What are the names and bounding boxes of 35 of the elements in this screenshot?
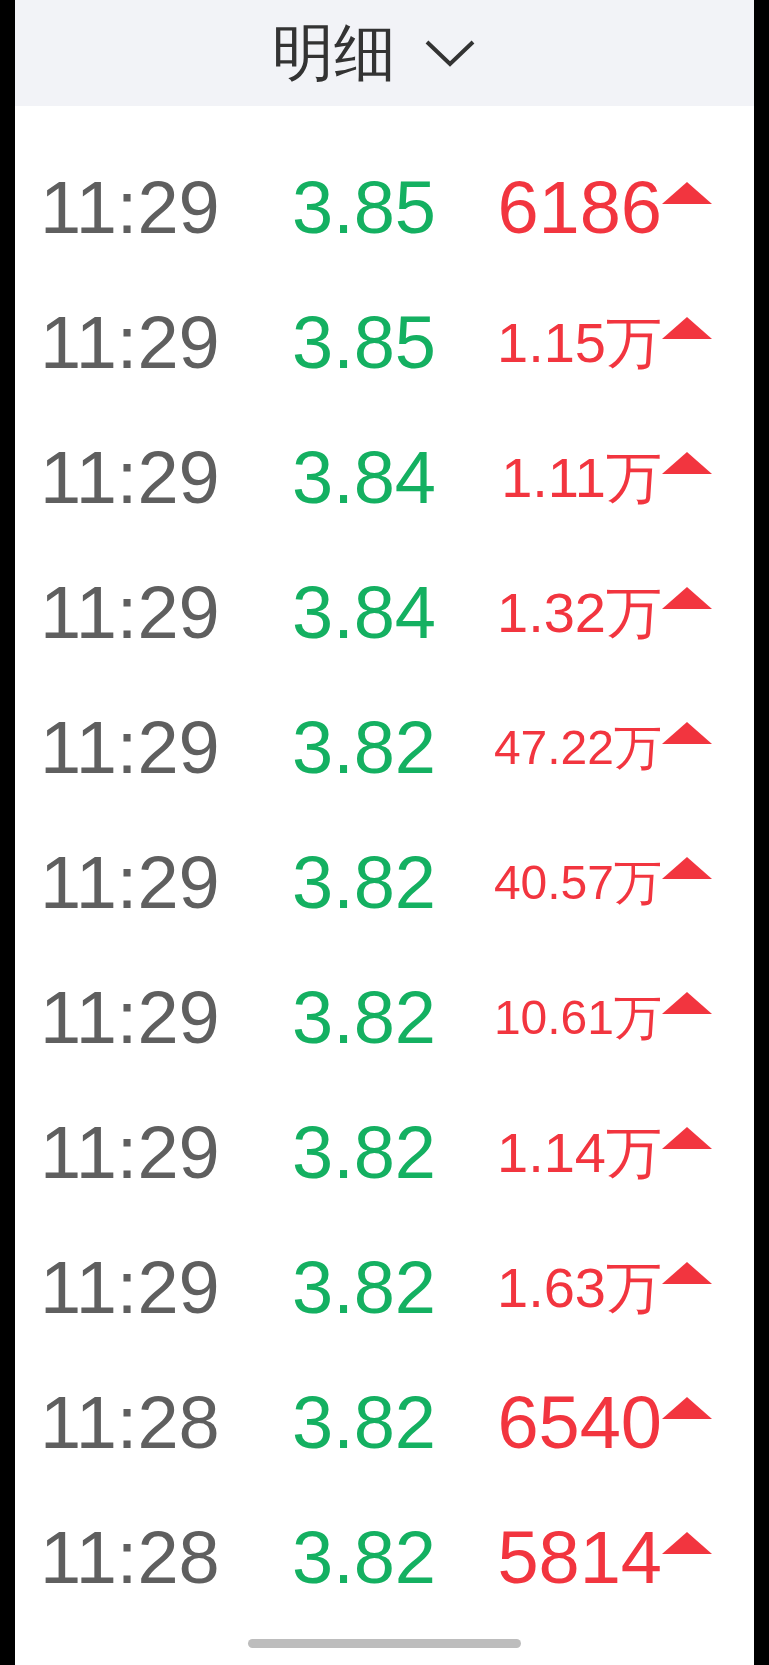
trade-volume: 1.15万 bbox=[497, 314, 662, 371]
trade-price: 3.82 bbox=[292, 1385, 438, 1460]
trade-price: 3.82 bbox=[292, 1250, 438, 1325]
trade-time: 11:29 bbox=[40, 440, 221, 515]
trade-price: 3.85 bbox=[292, 305, 438, 380]
trade-time: 11:29 bbox=[40, 575, 221, 650]
trade-time: 11:28 bbox=[40, 1385, 221, 1460]
trade-price: 3.82 bbox=[292, 1115, 438, 1190]
trade-volume: 1.32万 bbox=[497, 584, 662, 641]
trade-price: 3.85 bbox=[292, 170, 438, 245]
trade-time: 11:29 bbox=[40, 305, 221, 380]
trade-volume: 6540 bbox=[497, 1385, 662, 1460]
trade-price: 3.82 bbox=[292, 1520, 438, 1595]
trade-volume: 5814 bbox=[497, 1520, 662, 1595]
trade-volume: 40.57万 bbox=[493, 858, 662, 907]
trade-volume: 47.22万 bbox=[493, 723, 662, 772]
trade-volume: 1.63万 bbox=[497, 1259, 662, 1316]
trade-volume: 10.61万 bbox=[493, 993, 662, 1042]
trade-price: 3.82 bbox=[292, 845, 438, 920]
trade-price: 3.84 bbox=[292, 440, 438, 515]
trade-time: 11:29 bbox=[40, 1250, 221, 1325]
trade-time: 11:29 bbox=[40, 170, 221, 245]
trade-time: 11:29 bbox=[40, 710, 221, 785]
trade-price: 3.82 bbox=[292, 980, 438, 1055]
trade-time: 11:29 bbox=[40, 980, 221, 1055]
trade-time: 11:29 bbox=[40, 845, 221, 920]
trade-time: 11:29 bbox=[40, 1115, 221, 1190]
trade-volume: 1.11万 bbox=[501, 449, 662, 506]
chevron-down-icon bbox=[423, 39, 476, 67]
trade-price: 3.84 bbox=[292, 575, 438, 650]
trade-volume: 1.14万 bbox=[497, 1124, 662, 1181]
trade-time: 11:28 bbox=[40, 1520, 221, 1595]
trade-price: 3.82 bbox=[292, 710, 438, 785]
detail-dropdown[interactable]: 明细 bbox=[271, 22, 498, 84]
trade-volume: 6186 bbox=[497, 170, 662, 245]
